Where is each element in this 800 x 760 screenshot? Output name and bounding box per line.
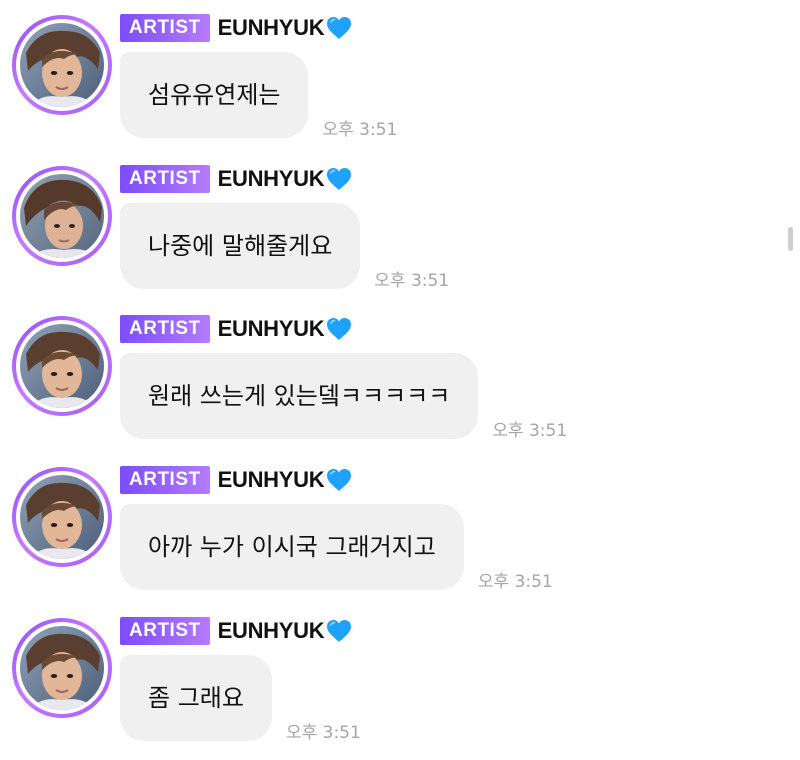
message-header: ARTIST EUNHYUK [120, 617, 353, 645]
chat-message: ARTIST EUNHYUK 원래 쓰는게 있는뎈ㅋㅋㅋㅋㅋ 오후 3:51 [0, 301, 790, 451]
message-timestamp: 오후 3:51 [492, 421, 568, 441]
avatar[interactable] [12, 467, 112, 567]
blue-heart-icon [327, 168, 352, 190]
avatar-image [20, 626, 104, 710]
avatar-image [20, 23, 104, 107]
avatar[interactable] [12, 316, 112, 416]
message-bubble[interactable]: 나중에 말해줄게요 [120, 203, 361, 289]
chat-message-list: ARTIST EUNHYUK 섬유유연제는 오후 3:51 ARTIST EUN… [0, 0, 800, 760]
blue-heart-icon [327, 318, 352, 340]
sender-name[interactable]: EUNHYUK [218, 316, 325, 342]
message-bubble-row: 원래 쓰는게 있는뎈ㅋㅋㅋㅋㅋ 오후 3:51 [120, 353, 568, 441]
avatar-image [20, 174, 104, 258]
blue-heart-icon [327, 469, 352, 491]
message-timestamp: 오후 3:51 [477, 572, 553, 592]
message-bubble-row: 좀 그래요 오후 3:51 [120, 655, 361, 743]
message-bubble[interactable]: 좀 그래요 [120, 655, 272, 741]
chat-message: ARTIST EUNHYUK 섬유유연제는 오후 3:51 [0, 0, 790, 150]
avatar[interactable] [12, 166, 112, 266]
avatar-image [20, 475, 104, 559]
artist-badge: ARTIST [120, 315, 210, 343]
message-bubble-row: 섬유유연제는 오후 3:51 [120, 52, 398, 140]
message-timestamp: 오후 3:51 [322, 120, 398, 140]
artist-badge: ARTIST [120, 14, 210, 42]
artist-badge: ARTIST [120, 165, 210, 193]
message-header: ARTIST EUNHYUK [120, 315, 353, 343]
artist-badge: ARTIST [120, 617, 210, 645]
blue-heart-icon [327, 17, 352, 39]
message-bubble[interactable]: 섬유유연제는 [120, 52, 309, 138]
message-timestamp: 오후 3:51 [285, 723, 361, 743]
blue-heart-icon [327, 620, 352, 642]
message-bubble[interactable]: 아까 누가 이시국 그래거지고 [120, 504, 464, 590]
sender-name[interactable]: EUNHYUK [218, 467, 325, 493]
message-timestamp: 오후 3:51 [374, 271, 450, 291]
message-header: ARTIST EUNHYUK [120, 14, 353, 42]
chat-message: ARTIST EUNHYUK 나중에 말해줄게요 오후 3:51 [0, 151, 790, 301]
chat-message: ARTIST EUNHYUK 아까 누가 이시국 그래거지고 오후 3:51 [0, 452, 790, 602]
sender-name[interactable]: EUNHYUK [218, 15, 325, 41]
avatar[interactable] [12, 618, 112, 718]
chat-message: ARTIST EUNHYUK 좀 그래요 오후 3:51 [0, 603, 790, 753]
avatar-image [20, 324, 104, 408]
scrollbar-thumb[interactable] [788, 227, 793, 251]
avatar[interactable] [12, 15, 112, 115]
artist-badge: ARTIST [120, 466, 210, 494]
sender-name[interactable]: EUNHYUK [218, 618, 325, 644]
message-bubble[interactable]: 원래 쓰는게 있는뎈ㅋㅋㅋㅋㅋ [120, 353, 479, 439]
message-bubble-row: 아까 누가 이시국 그래거지고 오후 3:51 [120, 504, 553, 592]
message-bubble-row: 나중에 말해줄게요 오후 3:51 [120, 203, 450, 291]
message-header: ARTIST EUNHYUK [120, 165, 353, 193]
sender-name[interactable]: EUNHYUK [218, 166, 325, 192]
message-header: ARTIST EUNHYUK [120, 466, 353, 494]
